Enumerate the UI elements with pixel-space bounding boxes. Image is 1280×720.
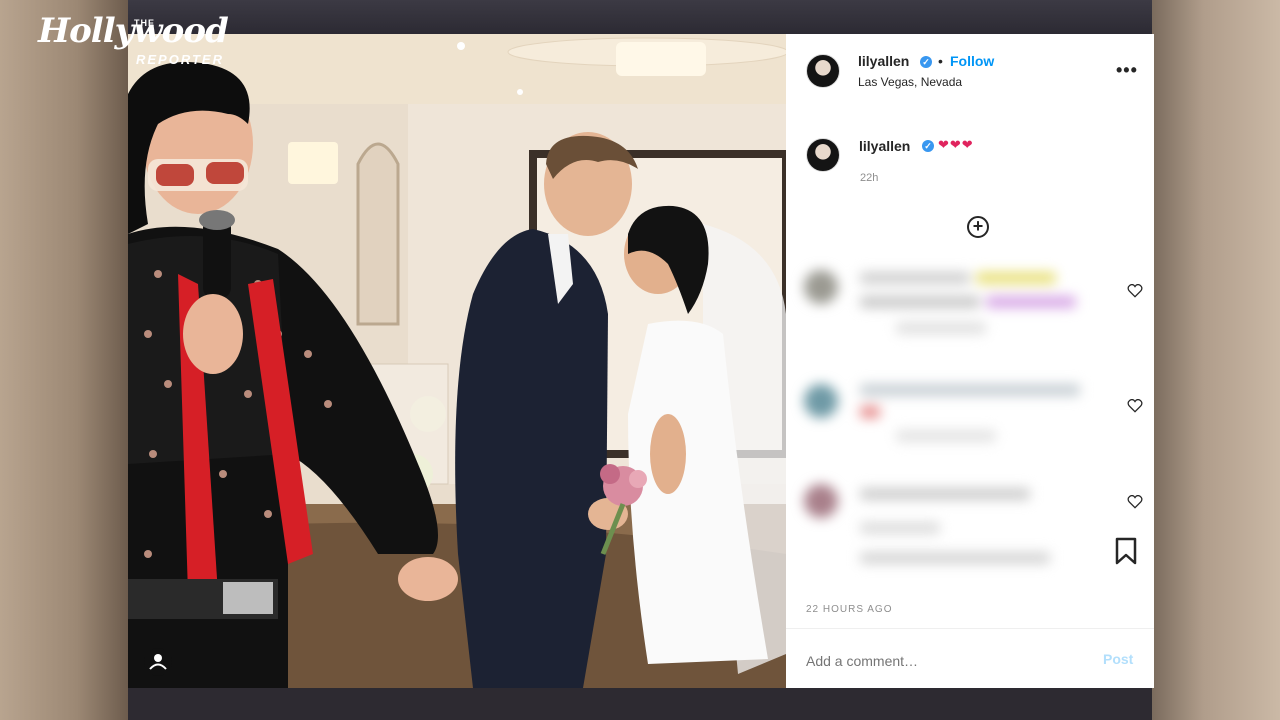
verified-badge-icon: ✓ <box>920 56 932 68</box>
comment-input[interactable] <box>804 648 1088 674</box>
background-right <box>1152 0 1280 720</box>
hollywood-reporter-logo: THE Hollywood REPORTER <box>38 11 229 67</box>
post-photo[interactable] <box>128 34 786 688</box>
plus-circle-icon[interactable]: + <box>967 216 989 238</box>
logo-hollywood: Hollywood <box>38 11 229 51</box>
verified-badge-icon: ✓ <box>922 140 934 152</box>
background-top <box>128 0 1152 34</box>
blurred-comments <box>786 260 1154 580</box>
caption-time: 22h <box>860 172 879 184</box>
author-username[interactable]: lilyallen <box>858 53 909 69</box>
bookmark-icon[interactable] <box>1113 537 1139 565</box>
post-timestamp: 22 HOURS AGO <box>806 604 893 615</box>
header-separator: • <box>938 53 943 69</box>
heart-icon[interactable] <box>1127 495 1143 509</box>
caption-text: ❤❤❤ <box>938 137 974 152</box>
background-bottom <box>128 688 1152 720</box>
ceiling-light <box>616 42 706 76</box>
instagram-post-panel: lilyallen ✓ • Follow Las Vegas, Nevada •… <box>786 34 1154 688</box>
logo-the: THE <box>134 18 155 28</box>
caption-avatar[interactable] <box>806 138 840 172</box>
post-comment-button[interactable]: Post <box>1103 651 1133 667</box>
more-options-icon[interactable]: ••• <box>1116 60 1138 81</box>
divider <box>786 628 1154 629</box>
background-left <box>0 0 128 720</box>
caption-username[interactable]: lilyallen <box>859 138 910 154</box>
post-location[interactable]: Las Vegas, Nevada <box>858 75 962 89</box>
heart-icon[interactable] <box>1127 399 1143 413</box>
follow-button[interactable]: Follow <box>950 53 994 69</box>
logo-reporter: REPORTER <box>136 52 224 67</box>
author-avatar[interactable] <box>806 54 840 88</box>
heart-icon[interactable] <box>1127 284 1143 298</box>
